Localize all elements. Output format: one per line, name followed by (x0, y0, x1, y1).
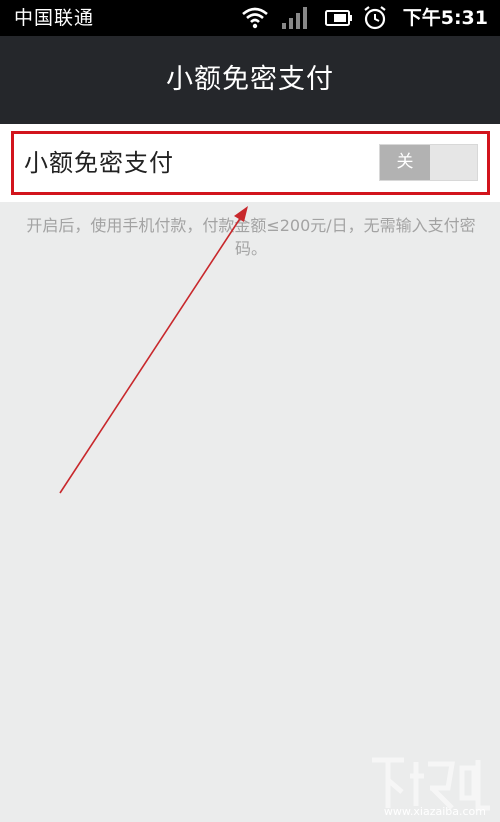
watermark-url: www.xiazaiba.com (383, 805, 486, 818)
carrier-name: 中国联通 (14, 7, 95, 29)
page-title: 小额免密支付 (166, 64, 334, 95)
status-time: 下午5:31 (402, 7, 488, 29)
password-free-toggle[interactable]: 关 (379, 144, 478, 181)
status-bar: 中国联通 下午5:31 (0, 0, 500, 36)
alarm-icon (364, 6, 386, 30)
setting-description: 开启后，使用手机付款，付款金额≤200元/日，无需输入支付密码。 (26, 216, 476, 258)
title-bar: 小额免密支付 (0, 36, 500, 124)
setting-label: 小额免密支付 (24, 149, 174, 177)
signal-icon (282, 7, 307, 29)
setting-row-small-amount-password-free: 小额免密支付 关 (0, 124, 500, 202)
toggle-knob: 关 (380, 145, 430, 180)
wifi-icon (242, 7, 268, 29)
battery-icon (325, 10, 352, 26)
